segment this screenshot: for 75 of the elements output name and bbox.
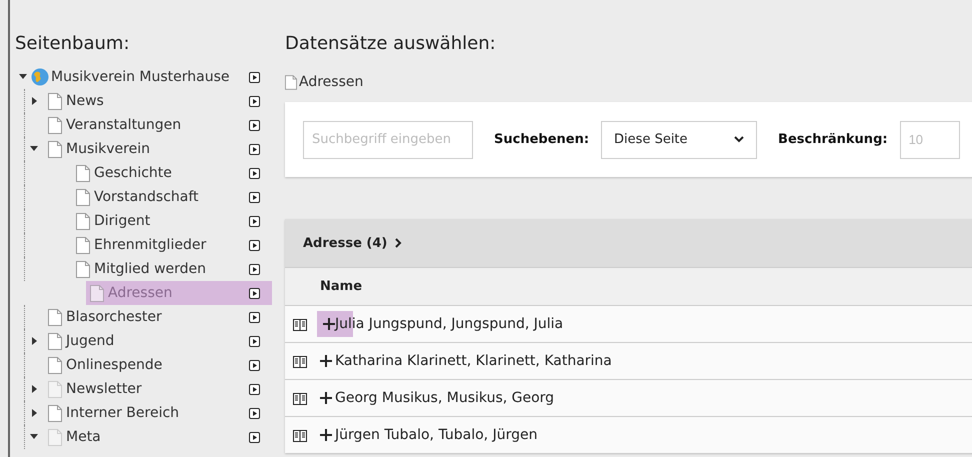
context-menu-icon[interactable] [249,96,260,106]
context-menu-icon[interactable] [249,264,260,274]
globe-icon [31,68,49,86]
field-label: Beschränkung: [778,132,888,147]
context-menu-icon[interactable] [249,408,260,418]
record-name[interactable]: Georg Musikus, Musikus, Georg [335,390,554,406]
tree-item-label: Geschichte [94,165,173,181]
context-menu-icon[interactable] [249,192,260,202]
tree-row[interactable]: Interner Bereich [10,401,272,425]
collapse-arrow-icon[interactable] [32,337,38,345]
context-menu-icon[interactable] [249,240,260,250]
tree-row[interactable]: Veranstaltungen [10,113,272,137]
collapse-arrow-icon[interactable] [32,97,38,105]
panel-header[interactable]: Adresse (4) [285,219,972,267]
tree-row[interactable]: Jugend [10,329,272,353]
panel-title: Adresse (4) [303,236,388,250]
tree-row[interactable]: Newsletter [10,377,272,401]
tree-item-label: Dirigent [94,213,152,229]
context-menu-icon[interactable] [249,216,260,226]
breadcrumb-text: Adressen [299,74,364,90]
tree-item-label: Ehrenmitglieder [94,237,208,253]
context-menu-icon[interactable] [249,72,260,82]
tree-item[interactable]: Musikverein Musterhause [51,69,249,85]
tree-item-label: Meta [66,429,102,445]
tree-item-label: Musikverein [66,141,151,157]
address-book-icon [293,354,307,368]
expand-arrow-icon[interactable] [30,146,38,152]
tree-item-label: Blasorchester [66,309,163,325]
context-menu-icon[interactable] [249,384,260,394]
column-header: Name [320,279,362,294]
collapse-arrow-icon[interactable] [32,385,38,393]
expand-arrow-icon[interactable] [30,434,38,440]
tree-item-label: Veranstaltungen [66,117,182,133]
record-name[interactable]: Katharina Klarinett, Klarinett, Katharina [335,353,612,369]
tree-item-label: Onlinespende [66,357,164,373]
page-icon [285,74,297,90]
search-field[interactable]: Suchbegriff eingeben [303,120,473,158]
tree-item-label: Mitglied werden [94,261,208,277]
tree-row[interactable]: Musikverein [10,137,272,161]
tree-item-label: Adressen [108,285,174,301]
tree-row[interactable]: Onlinespende [10,353,272,377]
tree-row[interactable]: Ehrenmitglieder [10,233,272,257]
expand-arrow-icon[interactable] [19,74,27,80]
tree-item-label: News [66,93,105,109]
tree-row[interactable]: News [10,89,272,113]
address-book-icon [293,428,307,442]
context-menu-icon[interactable] [249,360,260,370]
tree-row[interactable]: Dirigent [10,209,272,233]
record-name[interactable]: Jürgen Tubalo, Tubalo, Jürgen [335,427,538,443]
page-title: Datensätze auswählen: [285,32,497,56]
chevron-right-icon [395,238,402,248]
context-menu-icon[interactable] [249,432,260,442]
tree-item-label: Newsletter [66,381,143,397]
tree-row[interactable]: Meta [10,425,272,449]
tree-item-label: Vorstandschaft [94,189,200,205]
limit-field[interactable]: 10 [900,120,960,158]
sidebar-title: Seitenbaum: [14,32,131,56]
levels-dropdown[interactable]: Diese Seite [601,120,758,158]
tree-row[interactable]: Vorstandschaft [10,185,272,209]
tree-item-label: Interner Bereich [66,405,180,421]
record-name[interactable]: Julia Jungspund, Jungspund, Julia [335,316,564,332]
context-menu-icon[interactable] [249,120,260,130]
context-menu-icon[interactable] [249,168,260,178]
tree-row[interactable]: Blasorchester [10,305,272,329]
field-label: Suchebenen: [494,132,590,147]
collapse-arrow-icon[interactable] [32,409,38,417]
chevron-down-icon [734,136,744,143]
context-menu-icon[interactable] [249,336,260,346]
tree-row[interactable]: Geschichte [10,161,272,185]
address-book-icon [293,392,307,404]
context-menu-icon[interactable] [249,288,260,298]
context-menu-icon[interactable] [249,144,260,154]
address-book-icon [293,318,307,330]
context-menu-icon[interactable] [249,312,260,322]
tree-item-label: Jugend [66,333,116,349]
